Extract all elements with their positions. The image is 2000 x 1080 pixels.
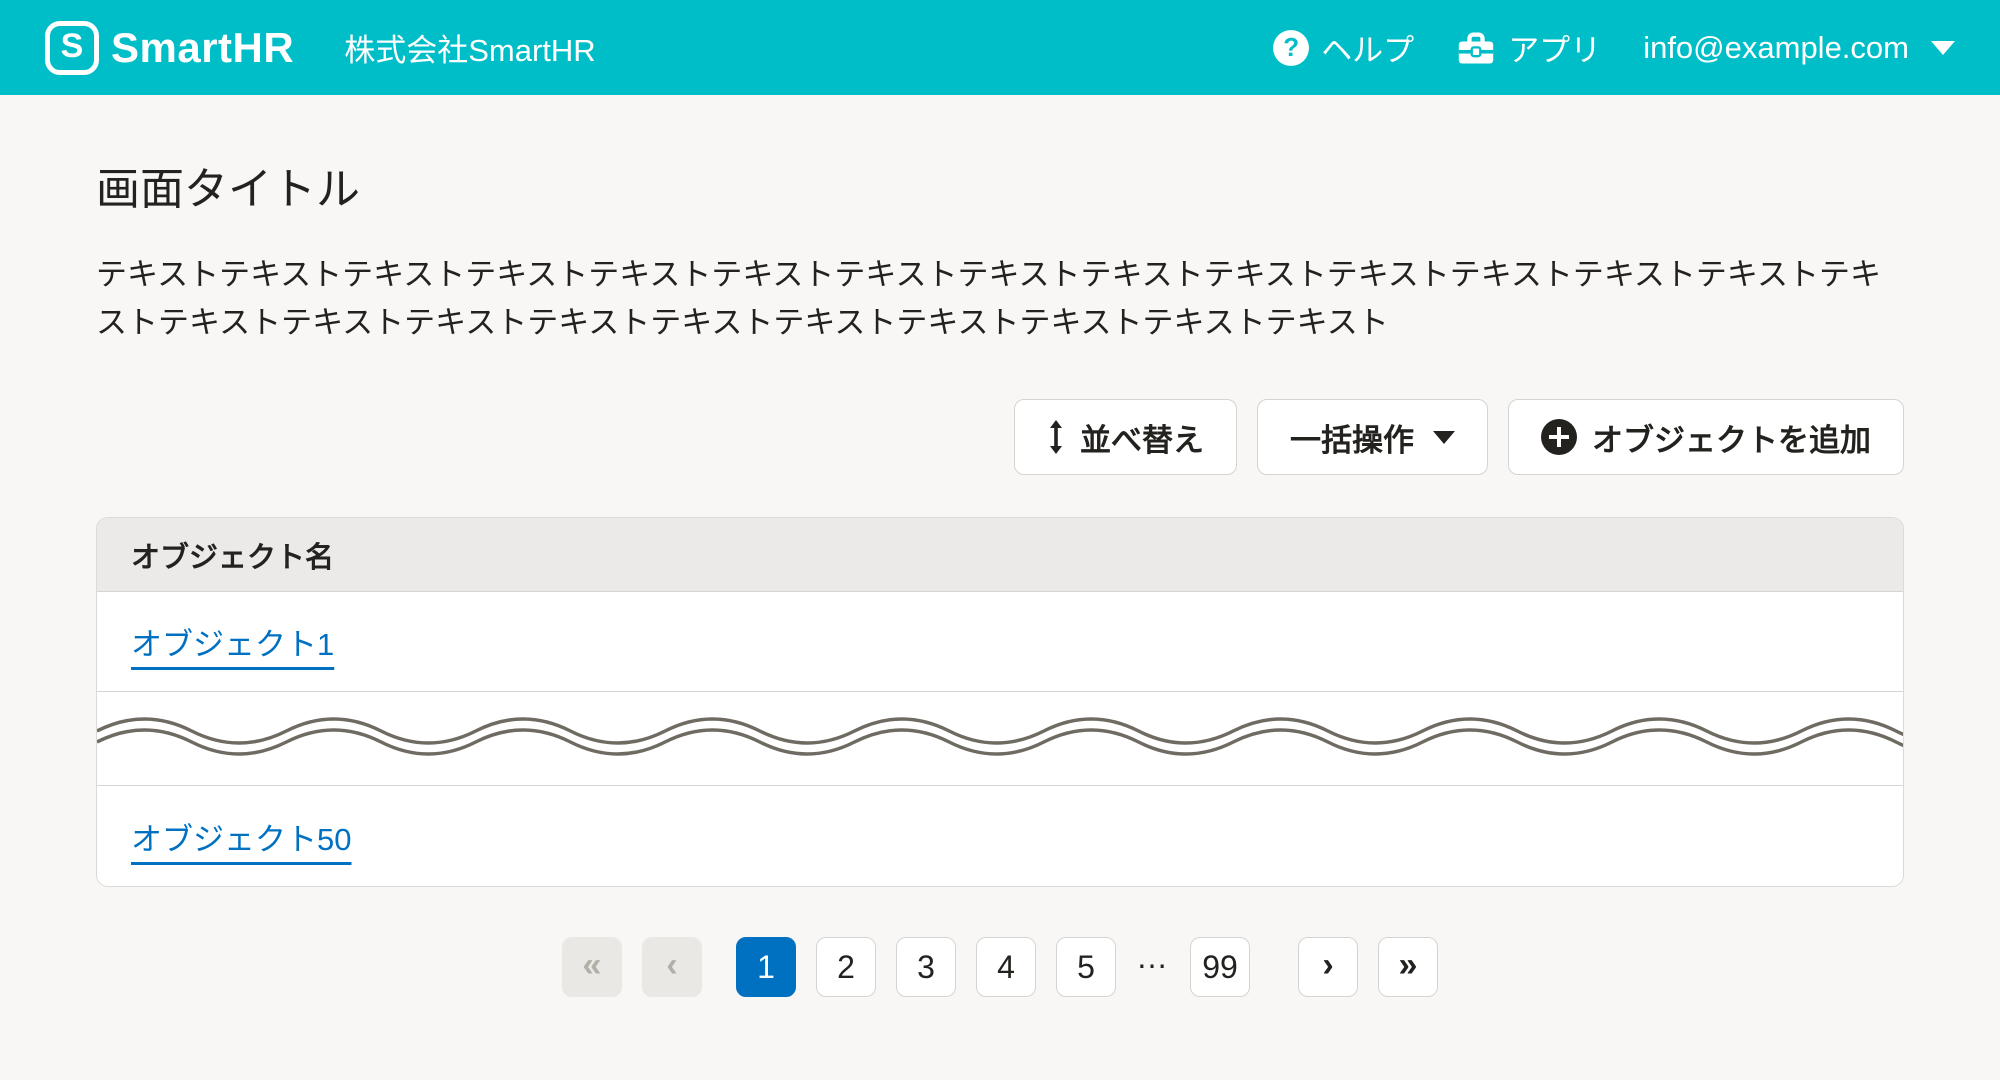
last-page-button[interactable]: » [1378,937,1438,997]
help-menu-item[interactable]: ? ヘルプ [1273,25,1414,70]
smarthr-logo-icon: S [45,21,99,75]
first-page-button[interactable]: « [562,937,622,997]
chevron-down-icon [1931,41,1955,55]
bulk-action-button[interactable]: 一括操作 [1257,399,1488,475]
page-button-1[interactable]: 1 [736,937,796,997]
pagination-ellipsis: … [1136,939,1170,976]
header-nav: ? ヘルプ アプリ info@example.com [1273,25,1955,70]
toolbar: 並べ替え 一括操作 オブジェクトを追加 [96,399,1904,475]
page-button-99[interactable]: 99 [1190,937,1250,997]
page-button-5[interactable]: 5 [1056,937,1116,997]
object-table: オブジェクト名 オブジェクト1 オブジェクト50 [96,517,1904,887]
object-link[interactable]: オブジェクト50 [131,814,351,859]
smarthr-logo[interactable]: S SmartHR [45,21,294,75]
app-header: S SmartHR 株式会社SmartHR ? ヘルプ アプリ info@exa… [0,0,2000,95]
apps-label: アプリ [1508,25,1601,70]
account-menu[interactable]: info@example.com [1643,30,1955,66]
object-link[interactable]: オブジェクト1 [131,619,334,664]
help-label: ヘルプ [1321,25,1414,70]
chevron-right-icon: › [1322,946,1333,985]
next-page-button[interactable]: › [1298,937,1358,997]
help-icon: ? [1273,30,1309,66]
help-icon-glyph: ? [1283,32,1299,63]
sort-button-label: 並べ替え [1080,415,1204,460]
table-row: オブジェクト50 [97,786,1903,886]
chevron-down-icon [1433,431,1455,444]
double-chevron-right-icon: » [1399,946,1418,985]
table-row: オブジェクト1 [97,592,1903,692]
main-content: 画面タイトル テキストテキストテキストテキストテキストテキストテキストテキストテ… [0,153,2000,997]
double-chevron-left-icon: « [583,946,602,985]
page-button-2[interactable]: 2 [816,937,876,997]
column-header-object-name: オブジェクト名 [131,534,334,576]
add-object-button[interactable]: オブジェクトを追加 [1508,399,1904,475]
bulk-action-label: 一括操作 [1290,415,1414,460]
add-icon [1541,419,1577,455]
prev-page-button[interactable]: ‹ [642,937,702,997]
apps-menu-item[interactable]: アプリ [1456,25,1601,70]
page-title: 画面タイトル [96,153,1904,217]
sort-button[interactable]: 並べ替え [1014,399,1237,475]
sort-icon [1047,420,1065,454]
logo-glyph: S [61,27,84,66]
apps-icon [1456,30,1496,66]
brand-name: SmartHR [111,24,294,72]
page-button-4[interactable]: 4 [976,937,1036,997]
company-name: 株式会社SmartHR [344,25,595,70]
pagination: « ‹ 1 2 3 4 5 … 99 › » [96,937,1904,997]
wave-icon [97,715,1903,763]
page-description: テキストテキストテキストテキストテキストテキストテキストテキストテキストテキスト… [96,251,1904,347]
truncation-wave-separator [97,692,1903,786]
chevron-left-icon: ‹ [666,946,677,985]
account-email: info@example.com [1643,30,1909,66]
table-header-row: オブジェクト名 [97,518,1903,592]
page-button-3[interactable]: 3 [896,937,956,997]
add-object-label: オブジェクトを追加 [1592,415,1871,460]
